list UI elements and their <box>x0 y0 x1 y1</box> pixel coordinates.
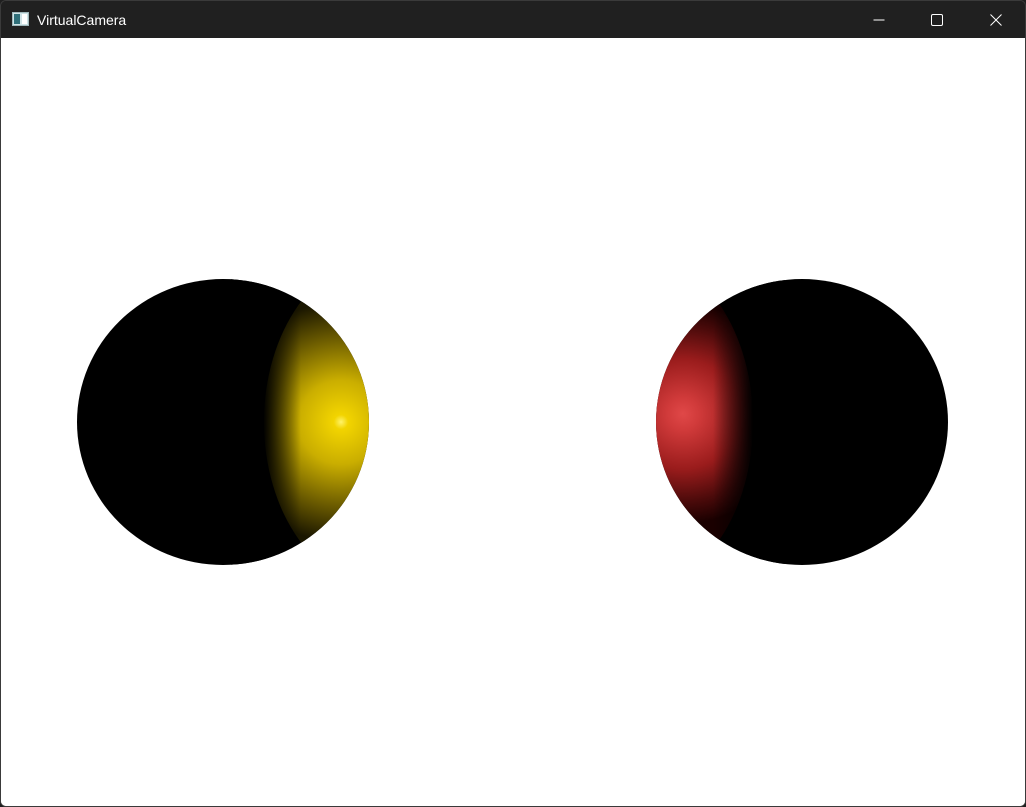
app-window: VirtualCamera <box>0 0 1026 807</box>
scene-canvas <box>1 38 1025 806</box>
minimize-button[interactable] <box>850 1 908 38</box>
maximize-button[interactable] <box>908 1 966 38</box>
close-button[interactable] <box>967 1 1025 38</box>
maximize-icon <box>931 13 943 26</box>
console-window-icon <box>12 12 29 26</box>
window-title: VirtualCamera <box>37 12 127 28</box>
close-icon <box>990 13 1002 26</box>
render-viewport[interactable] <box>1 38 1025 806</box>
title-bar[interactable]: VirtualCamera <box>1 1 1025 38</box>
minimize-icon <box>873 14 885 26</box>
